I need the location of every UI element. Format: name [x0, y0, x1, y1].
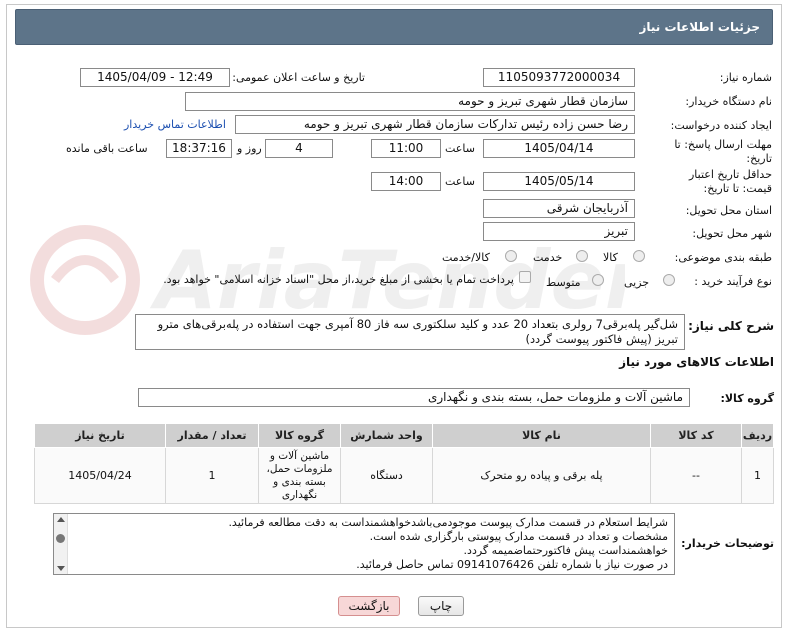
days-field: 4 — [265, 139, 333, 158]
cell-index: 1 — [741, 447, 774, 504]
description-label: شرح کلی نیاز: — [688, 319, 774, 333]
col-header-name: نام کالا — [432, 423, 651, 448]
announce-datetime-field: 1405/04/09 - 12:49 — [80, 68, 230, 87]
price-validity-date-field: 1405/05/14 — [483, 172, 635, 191]
notes-scrollbar[interactable] — [54, 514, 68, 574]
purchase-radio-minor[interactable] — [663, 274, 675, 286]
table-row: 1 -- پله برقی و پیاده رو متحرک دستگاه ما… — [34, 447, 774, 504]
back-button[interactable]: بازگشت — [338, 596, 400, 616]
scroll-down-icon[interactable] — [57, 566, 65, 571]
cell-qty: 1 — [165, 447, 259, 504]
category-label: طبقه بندی موضوعی: — [674, 251, 772, 264]
purchase-radio-medium[interactable] — [592, 274, 604, 286]
col-header-unit: واحد شمارش — [340, 423, 433, 448]
delivery-province-label: استان محل تحویل: — [685, 204, 772, 217]
reply-deadline-label: مهلت ارسال پاسخ: تا تاریخ: — [674, 138, 772, 165]
category-option-goods: کالا — [603, 251, 618, 264]
category-radio-service[interactable] — [576, 250, 588, 262]
col-header-group: گروه کالا — [258, 423, 341, 448]
days-label: روز و — [237, 142, 262, 155]
items-table: ردیف کد کالا نام کالا واحد شمارش گروه کا… — [34, 423, 774, 504]
buyer-notes-textarea[interactable]: شرایط استعلام در قسمت مدارک پیوست موجودم… — [53, 513, 675, 575]
need-number-label: شماره نیاز: — [719, 71, 772, 84]
description-text: شل‌گیر پله‌برقی7 رولری بتعداد 20 عدد و ک… — [157, 317, 678, 346]
remaining-label: ساعت باقی مانده — [66, 142, 148, 155]
purchase-option-medium: متوسط — [546, 276, 581, 289]
reply-time-label: ساعت — [445, 142, 475, 155]
reply-date-field: 1405/04/14 — [483, 139, 635, 158]
category-option-service: خدمت — [533, 251, 563, 264]
page-header: جزئیات اطلاعات نیاز — [15, 9, 773, 45]
delivery-city-label: شهر محل تحویل: — [692, 227, 772, 240]
scroll-thumb[interactable] — [56, 534, 65, 543]
col-header-date: تاریخ نیاز — [34, 423, 166, 448]
note-line: مشخصات و تعداد در قسمت مدارک پیوستی بارگ… — [369, 530, 668, 543]
cell-unit: دستگاه — [340, 447, 433, 504]
cell-code: -- — [650, 447, 742, 504]
col-header-index: ردیف — [741, 423, 774, 448]
price-validity-time-field: 14:00 — [371, 172, 441, 191]
buyer-org-label: نام دستگاه خریدار: — [685, 95, 772, 108]
buyer-contact-link[interactable]: اطلاعات تماس خریدار — [124, 118, 226, 131]
col-header-code: کد کالا — [650, 423, 742, 448]
requester-field: رضا حسن زاده رئیس تدارکات سازمان قطار شه… — [235, 115, 635, 134]
goods-info-title: اطلاعات کالاهای مورد نیاز — [619, 355, 774, 369]
print-button[interactable]: چاپ — [418, 596, 464, 616]
buyer-notes-label: توضیحات خریدار: — [681, 537, 774, 550]
note-line: در صورت نیاز با شماره تلفن 09141076426 ت… — [356, 558, 668, 571]
price-validity-label: حداقل تاریخ اعتبار قیمت: تا تاریخ: — [688, 168, 772, 195]
need-number-field: 1105093772000034 — [483, 68, 635, 87]
col-header-qty: تعداد / مقدار — [165, 423, 259, 448]
note-line: خواهشمنداست پیش فاکتورحتماضمیمه گردد. — [463, 544, 668, 557]
requester-label: ایجاد کننده درخواست: — [670, 119, 772, 132]
goods-group-field: ماشین آلات و ملزومات حمل، بسته بندی و نگ… — [138, 388, 690, 407]
reply-time-field: 11:00 — [371, 139, 441, 158]
purchase-type-label: نوع فرآیند خرید : — [694, 275, 772, 288]
cell-name: پله برقی و پیاده رو متحرک — [432, 447, 651, 504]
cell-date: 1405/04/24 — [34, 447, 166, 504]
page-title: جزئیات اطلاعات نیاز — [639, 20, 760, 34]
cell-group: ماشین آلات و ملزومات حمل، بسته بندی و نگ… — [258, 447, 341, 504]
price-validity-time-label: ساعت — [445, 175, 475, 188]
goods-group-label: گروه کالا: — [720, 392, 774, 405]
purchase-option-minor: جزیی — [624, 276, 650, 289]
category-radio-goods[interactable] — [633, 250, 645, 262]
delivery-city-field: تبریز — [483, 222, 635, 241]
category-radio-both[interactable] — [505, 250, 517, 262]
remaining-time-field: 18:37:16 — [166, 139, 232, 158]
description-textarea[interactable]: شل‌گیر پله‌برقی7 رولری بتعداد 20 عدد و ک… — [135, 314, 685, 350]
payment-checkbox[interactable] — [519, 271, 531, 283]
delivery-province-field: آذربایجان شرقی — [483, 199, 635, 218]
note-line: شرایط استعلام در قسمت مدارک پیوست موجودم… — [228, 516, 668, 529]
buyer-org-field: سازمان قطار شهری تبریز و حومه — [185, 92, 635, 111]
announce-datetime-label: تاریخ و ساعت اعلان عمومی: — [232, 71, 365, 84]
category-option-both: کالا/خدمت — [442, 251, 490, 264]
scroll-up-icon[interactable] — [57, 517, 65, 522]
payment-note: پرداخت تمام یا بخشی از مبلغ خرید،از محل … — [163, 273, 514, 286]
